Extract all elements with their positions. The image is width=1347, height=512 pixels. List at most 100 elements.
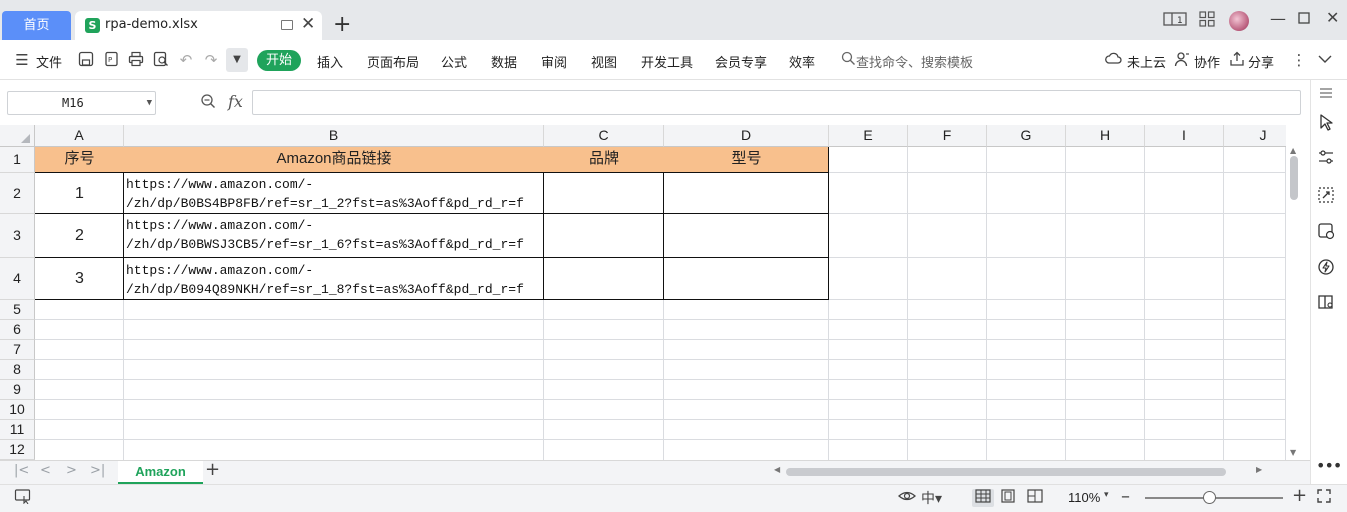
cell-brand[interactable] (544, 214, 664, 258)
more-options-icon[interactable]: ⋮ (1290, 51, 1308, 69)
column-header-d[interactable]: D (664, 125, 829, 147)
window-pin-icon[interactable] (281, 20, 293, 30)
cell-seq[interactable]: 2 (35, 214, 124, 258)
cell-seq[interactable]: 1 (35, 173, 124, 214)
print-preview-icon[interactable] (152, 51, 170, 69)
close-icon[interactable]: ✕ (1326, 8, 1339, 27)
header-cell-brand[interactable]: 品牌 (544, 147, 664, 173)
zoom-dropdown-icon[interactable]: ▾ (1104, 490, 1109, 500)
row-header-8[interactable]: 8 (0, 360, 35, 380)
more-icon[interactable]: ••• (1316, 456, 1342, 476)
header-cell-link[interactable]: Amazon商品链接 (124, 147, 544, 173)
cell-brand[interactable] (544, 258, 664, 300)
row-header-4[interactable]: 4 (0, 258, 35, 300)
scroll-down-icon[interactable]: ▼ (1290, 448, 1296, 457)
file-menu[interactable]: 文件 (36, 52, 62, 71)
vertical-scroll-thumb[interactable] (1290, 156, 1298, 200)
tab-review[interactable]: 审阅 (541, 52, 567, 71)
export-pdf-icon[interactable]: P (102, 51, 120, 69)
collaborate-button[interactable]: 协作 (1194, 52, 1220, 71)
document-tab[interactable]: S rpa-demo.xlsx ✕ (75, 11, 322, 40)
eye-protection-icon[interactable] (897, 488, 917, 508)
function-icon[interactable]: fx (228, 92, 243, 111)
layout-1-icon[interactable]: 1 (1163, 11, 1187, 31)
quick-access-dropdown-icon[interactable]: ▼ (226, 48, 248, 72)
fullscreen-icon[interactable] (1316, 488, 1332, 508)
row-header-11[interactable]: 11 (0, 420, 35, 440)
select-all-corner[interactable] (0, 125, 35, 147)
ai-assist-icon[interactable] (1316, 222, 1336, 242)
column-header-e[interactable]: E (829, 125, 908, 147)
first-sheet-icon[interactable]: |< (14, 463, 29, 478)
zoom-lens-icon[interactable] (200, 93, 216, 113)
cell-brand[interactable] (544, 173, 664, 214)
tab-efficiency[interactable]: 效率 (789, 52, 815, 71)
row-header-10[interactable]: 10 (0, 400, 35, 420)
row-header-12[interactable]: 12 (0, 440, 35, 460)
column-header-h[interactable]: H (1066, 125, 1145, 147)
transform-icon[interactable] (1316, 186, 1336, 206)
zoom-level[interactable]: 110% (1068, 490, 1100, 505)
column-header-f[interactable]: F (908, 125, 987, 147)
scroll-left-icon[interactable]: ◀ (774, 465, 780, 474)
page-layout-view-icon[interactable] (997, 489, 1019, 507)
name-box[interactable]: M16 ▼ (7, 91, 156, 115)
zoom-in-icon[interactable]: + (1292, 485, 1307, 506)
chevron-down-icon[interactable]: ▼ (147, 92, 152, 114)
cell-model[interactable] (664, 173, 829, 214)
tab-developer[interactable]: 开发工具 (641, 52, 693, 71)
tab-data[interactable]: 数据 (491, 52, 517, 71)
zoom-slider-knob[interactable] (1203, 491, 1216, 504)
cell-url[interactable]: https://www.amazon.com/- /zh/dp/B0BWSJ3C… (124, 216, 544, 256)
vertical-scrollbar[interactable]: ▲ ▼ (1287, 146, 1301, 460)
redo-icon[interactable]: ↷ (202, 51, 220, 69)
cloud-icon[interactable] (1105, 51, 1123, 69)
prev-sheet-icon[interactable]: < (40, 463, 51, 478)
tab-formulas[interactable]: 公式 (441, 52, 467, 71)
hamburger-menu-icon[interactable]: ☰ (13, 51, 31, 69)
row-header-2[interactable]: 2 (0, 173, 35, 214)
column-header-c[interactable]: C (544, 125, 664, 147)
normal-view-icon[interactable] (972, 489, 994, 507)
header-cell-seq[interactable]: 序号 (35, 147, 124, 173)
column-header-i[interactable]: I (1145, 125, 1224, 147)
tab-insert[interactable]: 插入 (317, 52, 343, 71)
row-header-7[interactable]: 7 (0, 340, 35, 360)
panel-menu-icon[interactable] (1316, 84, 1336, 104)
column-header-b[interactable]: B (124, 125, 544, 147)
filter-settings-icon[interactable] (1316, 149, 1336, 169)
share-button[interactable]: 分享 (1248, 52, 1274, 71)
tab-close-icon[interactable]: ✕ (301, 14, 315, 34)
column-header-a[interactable]: A (35, 125, 124, 147)
home-tab[interactable]: 首页 (2, 11, 71, 40)
tab-member[interactable]: 会员专享 (715, 52, 767, 71)
tab-start[interactable]: 开始 (257, 50, 301, 71)
cell-url[interactable]: https://www.amazon.com/- /zh/dp/B0BS4BP8… (124, 175, 544, 213)
undo-icon[interactable]: ↶ (177, 51, 195, 69)
cell-model[interactable] (664, 214, 829, 258)
save-icon[interactable] (77, 51, 95, 69)
share-icon[interactable] (1228, 51, 1246, 69)
select-cursor-icon[interactable] (1316, 113, 1336, 133)
avatar[interactable] (1229, 11, 1249, 31)
print-icon[interactable] (127, 51, 145, 69)
column-header-g[interactable]: G (987, 125, 1066, 147)
input-method-icon[interactable]: 中▾ (921, 488, 942, 508)
lightning-icon[interactable] (1316, 258, 1336, 278)
tab-page-layout[interactable]: 页面布局 (367, 52, 419, 71)
tab-view[interactable]: 视图 (591, 52, 617, 71)
collaborate-icon[interactable] (1173, 51, 1191, 69)
sheet-tab-amazon[interactable]: Amazon (118, 461, 203, 484)
next-sheet-icon[interactable]: > (66, 463, 77, 478)
cloud-status[interactable]: 未上云 (1127, 52, 1166, 71)
cell-model[interactable] (664, 258, 829, 300)
horizontal-scroll-thumb[interactable] (786, 468, 1226, 476)
cell-seq[interactable]: 3 (35, 258, 124, 300)
command-search-input[interactable]: 查找命令、搜索模板 (856, 52, 973, 71)
last-sheet-icon[interactable]: >| (90, 463, 105, 478)
row-header-9[interactable]: 9 (0, 380, 35, 400)
scroll-up-icon[interactable]: ▲ (1290, 146, 1296, 155)
new-tab-icon[interactable]: + (333, 12, 351, 38)
header-cell-model[interactable]: 型号 (664, 147, 829, 173)
cell-url[interactable]: https://www.amazon.com/- /zh/dp/B094Q89N… (124, 261, 544, 299)
